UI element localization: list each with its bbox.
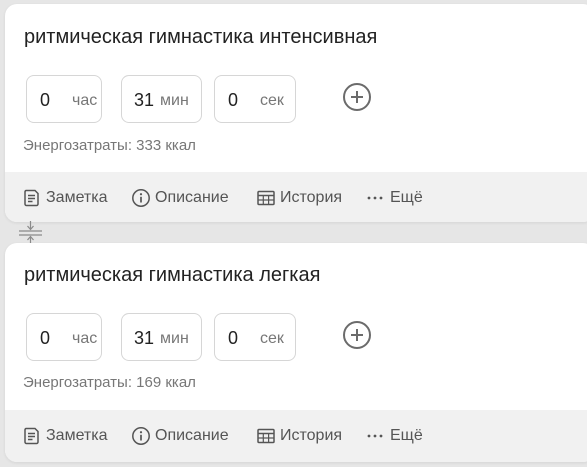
card-actions-bar: Заметка Описание История Ещё [5, 172, 587, 222]
minutes-unit: мин [160, 92, 189, 109]
seconds-input[interactable]: 0 сек [214, 313, 296, 361]
description-label: Описание [155, 427, 229, 444]
history-label: История [280, 189, 343, 206]
minutes-value: 31 [134, 90, 155, 110]
seconds-unit: сек [260, 330, 284, 347]
activity-card: ритмическая гимнастика легкая 0 час 31 м… [5, 243, 587, 462]
description-button[interactable]: Описание [131, 426, 229, 446]
history-label: История [280, 427, 343, 444]
ellipsis-icon [367, 434, 383, 438]
table-icon [257, 428, 275, 444]
energy-expenditure: Энергозатраты: 333 ккал [23, 137, 196, 154]
note-icon [24, 427, 39, 445]
note-icon [24, 189, 39, 207]
minutes-input[interactable]: 31 мин [121, 75, 202, 123]
note-button[interactable]: Заметка [22, 188, 108, 208]
minutes-unit: мин [160, 330, 189, 347]
card-actions-bar: Заметка Описание История Ещё [5, 410, 587, 462]
seconds-unit: сек [260, 92, 284, 109]
hours-input[interactable]: 0 час [26, 313, 102, 361]
ellipsis-icon [367, 196, 383, 200]
hours-value: 0 [40, 328, 51, 348]
note-button[interactable]: Заметка [22, 426, 108, 446]
hours-unit: час [72, 330, 98, 347]
info-circle-icon [132, 189, 150, 207]
plus-circle-icon[interactable] [343, 83, 371, 111]
activity-card: ритмическая гимнастика интенсивная 0 час… [5, 4, 587, 222]
more-label: Ещё [390, 427, 423, 444]
table-icon [257, 190, 275, 206]
energy-expenditure: Энергозатраты: 169 ккал [23, 374, 196, 391]
more-button[interactable]: Ещё [366, 188, 423, 208]
history-button[interactable]: История [256, 426, 342, 446]
description-button[interactable]: Описание [131, 188, 229, 208]
more-button[interactable]: Ещё [366, 426, 423, 446]
activity-title: ритмическая гимнастика легкая [24, 264, 321, 286]
description-label: Описание [155, 189, 229, 206]
seconds-value: 0 [228, 90, 239, 110]
hours-unit: час [72, 92, 98, 109]
seconds-value: 0 [228, 328, 239, 348]
seconds-input[interactable]: 0 сек [214, 75, 296, 123]
note-label: Заметка [46, 189, 108, 206]
activity-list: ритмическая гимнастика интенсивная 0 час… [0, 0, 587, 467]
minutes-value: 31 [134, 328, 155, 348]
hours-input[interactable]: 0 час [26, 75, 102, 123]
activity-title: ритмическая гимнастика интенсивная [24, 26, 378, 48]
more-label: Ещё [390, 189, 423, 206]
info-circle-icon [132, 427, 150, 445]
history-button[interactable]: История [256, 188, 342, 208]
minutes-input[interactable]: 31 мин [121, 313, 202, 361]
note-label: Заметка [46, 427, 108, 444]
plus-circle-icon[interactable] [343, 321, 371, 349]
hours-value: 0 [40, 90, 51, 110]
